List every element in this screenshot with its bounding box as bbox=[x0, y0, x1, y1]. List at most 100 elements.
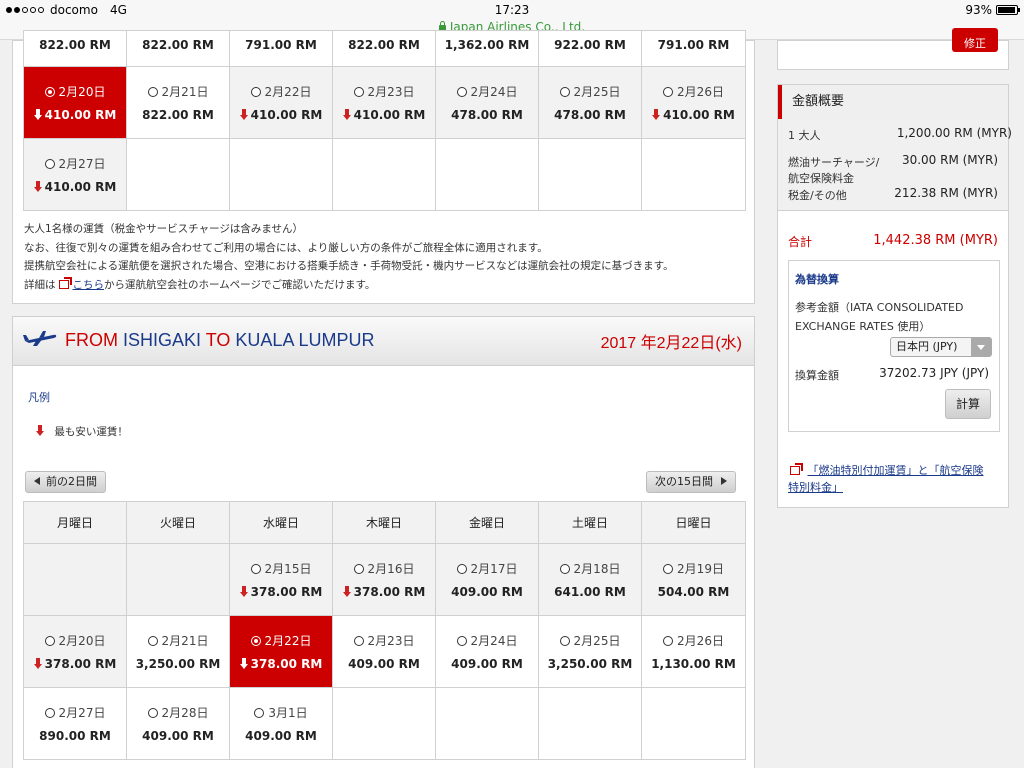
radio-icon[interactable] bbox=[44, 87, 55, 97]
fare-date-text: 2月23日 bbox=[367, 85, 415, 99]
radio-icon[interactable] bbox=[456, 564, 467, 574]
currency-select[interactable]: 日本円 (JPY) bbox=[890, 337, 992, 357]
fare-cell[interactable]: 2月22日 378.00 RM bbox=[229, 615, 333, 688]
fare-date-text: 2月16日 bbox=[367, 562, 415, 576]
radio-icon[interactable] bbox=[147, 87, 158, 97]
fare-date: 2月24日 bbox=[436, 83, 538, 100]
radio-icon[interactable] bbox=[559, 636, 570, 646]
radio-icon[interactable] bbox=[663, 636, 674, 646]
fare-cell[interactable]: 2月25日 3,250.00 RM bbox=[538, 615, 642, 688]
fare-cell[interactable]: 791.00 RM bbox=[229, 30, 333, 67]
tax-value: 212.38 RM (MYR) bbox=[894, 186, 998, 200]
fare-cell[interactable]: 822.00 RM bbox=[23, 30, 127, 67]
fare-date: 2月26日 bbox=[642, 632, 745, 649]
down-arrow-icon bbox=[239, 658, 248, 669]
surcharge-link[interactable]: 「燃油特別付加運賃」と「航空保険 特別料金」 bbox=[788, 462, 1002, 496]
fare-cell[interactable]: 2月23日 409.00 RM bbox=[332, 615, 436, 688]
fare-price: 890.00 RM bbox=[24, 729, 126, 743]
fare-cell[interactable]: 2月28日 409.00 RM bbox=[126, 687, 230, 760]
tax-label: 税金/その他 bbox=[788, 189, 847, 202]
radio-icon[interactable] bbox=[663, 87, 674, 97]
prev-days-button[interactable]: 前の2日間 bbox=[25, 471, 106, 493]
fare-cell[interactable]: 3月1日 409.00 RM bbox=[229, 687, 333, 760]
fare-row: 2月27日 410.00 RM bbox=[23, 138, 746, 211]
fare-cell[interactable]: 2月17日 409.00 RM bbox=[435, 543, 539, 616]
fare-price: 641.00 RM bbox=[539, 585, 641, 599]
radio-icon[interactable] bbox=[44, 708, 55, 718]
fare-price-text: 822.00 RM bbox=[348, 38, 420, 52]
fare-price: 478.00 RM bbox=[539, 108, 641, 122]
radio-icon[interactable] bbox=[250, 636, 261, 646]
fare-cell[interactable]: 1,362.00 RM bbox=[435, 30, 539, 67]
radio-icon[interactable] bbox=[663, 564, 674, 574]
radio-icon[interactable] bbox=[254, 708, 265, 718]
fare-date-text: 2月20日 bbox=[58, 634, 106, 648]
fare-cell[interactable]: 822.00 RM bbox=[126, 30, 230, 67]
radio-icon[interactable] bbox=[147, 708, 158, 718]
fare-cell[interactable]: 2月15日 378.00 RM bbox=[229, 543, 333, 616]
radio-icon[interactable] bbox=[456, 636, 467, 646]
fare-date: 2月22日 bbox=[230, 83, 332, 100]
fare-date: 2月27日 bbox=[24, 704, 126, 721]
fare-cell[interactable]: 2月26日 410.00 RM bbox=[641, 66, 746, 139]
fare-cell[interactable]: 2月24日 409.00 RM bbox=[435, 615, 539, 688]
next-days-button[interactable]: 次の15日間 bbox=[646, 471, 736, 493]
radio-icon[interactable] bbox=[44, 159, 55, 169]
fare-cell[interactable]: 822.00 RM bbox=[332, 30, 436, 67]
fare-cell[interactable]: 2月19日 504.00 RM bbox=[641, 543, 746, 616]
fare-cell[interactable]: 2月21日 3,250.00 RM bbox=[126, 615, 230, 688]
details-link[interactable]: こちら bbox=[73, 279, 105, 291]
fare-date-text: 2月24日 bbox=[470, 634, 518, 648]
fare-price-text: 409.00 RM bbox=[451, 585, 523, 599]
fare-date: 2月21日 bbox=[127, 83, 229, 100]
fare-summary-title: 金額概要 bbox=[778, 85, 1008, 119]
fare-cell[interactable]: 2月26日 1,130.00 RM bbox=[641, 615, 746, 688]
fare-cell[interactable]: 2月18日 641.00 RM bbox=[538, 543, 642, 616]
route-to-keyword: TO bbox=[205, 330, 231, 350]
radio-icon[interactable] bbox=[559, 564, 570, 574]
fare-date-text: 2月15日 bbox=[264, 562, 312, 576]
radio-icon[interactable] bbox=[456, 87, 467, 97]
fare-price-text: 1,362.00 RM bbox=[444, 38, 530, 52]
fare-date-text: 2月20日 bbox=[58, 85, 106, 99]
fare-price: 504.00 RM bbox=[642, 585, 745, 599]
fare-price-text: 378.00 RM bbox=[353, 585, 426, 599]
radio-icon[interactable] bbox=[353, 564, 364, 574]
calculate-button[interactable]: 計算 bbox=[945, 389, 991, 419]
radio-icon[interactable] bbox=[44, 636, 55, 646]
fare-cell[interactable]: 2月16日 378.00 RM bbox=[332, 543, 436, 616]
fare-cell[interactable]: 2月20日 410.00 RM bbox=[23, 66, 127, 139]
fare-price-text: 478.00 RM bbox=[554, 108, 626, 122]
empty-cell bbox=[332, 687, 436, 760]
fare-cell[interactable]: 2月27日 410.00 RM bbox=[23, 138, 127, 211]
radio-icon[interactable] bbox=[250, 87, 261, 97]
fare-price: 409.00 RM bbox=[436, 657, 538, 671]
fare-date: 2月23日 bbox=[333, 83, 435, 100]
currency-converter: 為替換算 参考金額（IATA CONSOLIDATED EXCHANGE RAT… bbox=[788, 260, 1000, 432]
fare-cell[interactable]: 2月25日 478.00 RM bbox=[538, 66, 642, 139]
fare-cell[interactable]: 791.00 RM bbox=[641, 30, 746, 67]
radio-icon[interactable] bbox=[147, 636, 158, 646]
fare-date: 2月20日 bbox=[24, 632, 126, 649]
modify-button[interactable]: 修正 bbox=[952, 28, 998, 52]
fare-cell[interactable]: 2月23日 410.00 RM bbox=[332, 66, 436, 139]
weekday-label: 木曜日 bbox=[332, 501, 436, 544]
fare-date: 3月1日 bbox=[230, 704, 332, 721]
fare-cell[interactable]: 2月21日 822.00 RM bbox=[126, 66, 230, 139]
dropdown-arrow-icon bbox=[971, 338, 991, 356]
fare-cell[interactable]: 2月22日 410.00 RM bbox=[229, 66, 333, 139]
route-from-keyword: FROM bbox=[65, 330, 118, 350]
fare-price: 410.00 RM bbox=[333, 108, 435, 122]
prev-days-label: 前の2日間 bbox=[46, 475, 97, 488]
fare-cell[interactable]: 2月24日 478.00 RM bbox=[435, 66, 539, 139]
fare-cell[interactable]: 2月27日 890.00 RM bbox=[23, 687, 127, 760]
fare-cell[interactable]: 2月20日 378.00 RM bbox=[23, 615, 127, 688]
radio-icon[interactable] bbox=[353, 636, 364, 646]
route-title: FROM ISHIGAKI TO KUALA LUMPUR bbox=[65, 330, 374, 351]
radio-icon[interactable] bbox=[250, 564, 261, 574]
fare-cell[interactable]: 922.00 RM bbox=[538, 30, 642, 67]
fuel-label-2: 航空保険料金 bbox=[788, 172, 854, 185]
fare-price-text: 378.00 RM bbox=[44, 657, 117, 671]
radio-icon[interactable] bbox=[559, 87, 570, 97]
radio-icon[interactable] bbox=[353, 87, 364, 97]
